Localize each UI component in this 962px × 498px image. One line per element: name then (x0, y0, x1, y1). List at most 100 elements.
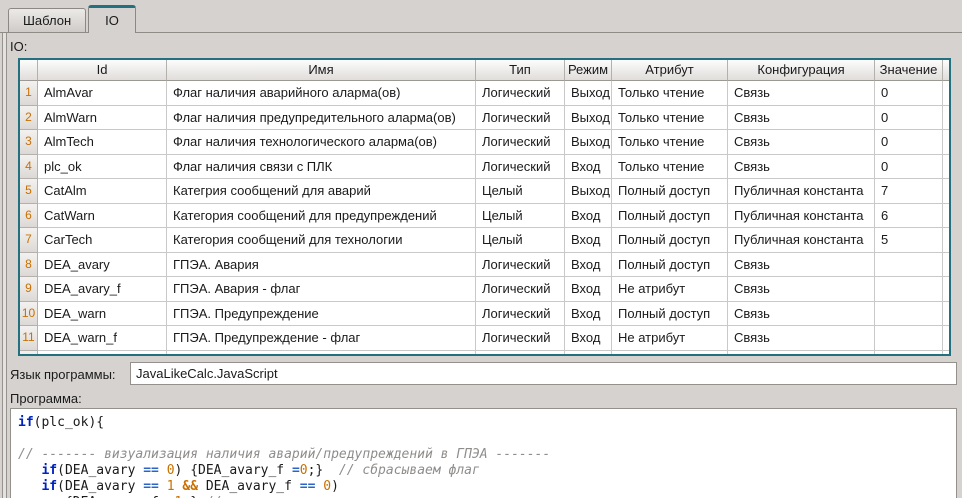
cell-attr[interactable]: Только чтение (612, 106, 728, 131)
cell-attr[interactable]: Не атрибут (612, 326, 728, 351)
cell-id[interactable]: AlmWarn (38, 106, 167, 131)
cell-config[interactable]: Связь (728, 253, 875, 278)
cell-id[interactable]: DEA_warn_f (38, 326, 167, 351)
cell-mode[interactable]: Вход (565, 326, 612, 351)
cell-value[interactable]: 0 (875, 155, 943, 180)
cell-config[interactable]: Связь (728, 106, 875, 131)
cell-value[interactable]: 6 (875, 204, 943, 229)
cell-type[interactable]: Логический (476, 155, 565, 180)
cell-value[interactable]: 0 (875, 106, 943, 131)
row-number[interactable]: 1 (20, 81, 38, 106)
cell-config[interactable]: Публичная константа (728, 228, 875, 253)
cell-type[interactable]: Целый (476, 204, 565, 229)
column-header-Атрибут[interactable]: Атрибут (612, 60, 728, 81)
cell-mode[interactable]: Выход (565, 179, 612, 204)
cell-type[interactable]: Логический (476, 81, 565, 106)
cell-config[interactable]: Публичная константа (728, 204, 875, 229)
row-number[interactable]: 6 (20, 204, 38, 229)
cell-config[interactable]: Публичная константа (728, 179, 875, 204)
row-number[interactable]: 5 (20, 179, 38, 204)
cell-id[interactable]: DEA_warn (38, 302, 167, 327)
cell-mode[interactable]: Выход (565, 106, 612, 131)
column-header-Значение[interactable]: Значение (875, 60, 943, 81)
column-header-Конфигурация[interactable]: Конфигурация (728, 60, 875, 81)
cell-config[interactable]: Связь (728, 130, 875, 155)
row-number[interactable]: 9 (20, 277, 38, 302)
cell-mode[interactable]: Вход (565, 302, 612, 327)
io-table[interactable]: IdИмяТипРежимАтрибутКонфигурацияЗначение… (18, 58, 951, 356)
cell-id[interactable]: CarTech (38, 228, 167, 253)
cell-attr[interactable]: Полный доступ (612, 302, 728, 327)
cell-mode[interactable]: Вход (565, 277, 612, 302)
cell-config[interactable]: Связь (728, 277, 875, 302)
column-header-Тип[interactable]: Тип (476, 60, 565, 81)
cell-config[interactable]: Связь (728, 155, 875, 180)
cell-type[interactable]: Логический (476, 253, 565, 278)
cell-value[interactable]: 7 (875, 179, 943, 204)
cell-mode[interactable]: Выход (565, 81, 612, 106)
cell-type[interactable]: Логический (476, 351, 565, 357)
cell-value[interactable]: 0 (875, 81, 943, 106)
cell-name[interactable]: Категрия сообщений для аварий (167, 179, 476, 204)
cell-value[interactable] (875, 351, 943, 357)
cell-id[interactable]: AlmAvar (38, 81, 167, 106)
cell-name[interactable]: Флаг наличия предупредительного аларма(о… (167, 106, 476, 131)
row-number[interactable]: 2 (20, 106, 38, 131)
cell-name[interactable]: Флаг наличия связи с ПЛК (167, 155, 476, 180)
cell-name[interactable]: Флаг наличия технологического аларма(ов) (167, 130, 476, 155)
cell-id[interactable]: plc_ok (38, 155, 167, 180)
cell-id[interactable]: DEA_avary_f (38, 277, 167, 302)
cell-type[interactable]: Целый (476, 228, 565, 253)
cell-config[interactable]: Связь (728, 351, 875, 357)
cell-attr[interactable]: Только чтение (612, 81, 728, 106)
cell-value[interactable] (875, 253, 943, 278)
cell-name[interactable]: ГПЭА. Предупреждение (167, 302, 476, 327)
cell-id[interactable]: CatWarn (38, 204, 167, 229)
row-number[interactable]: 12 (20, 351, 38, 357)
row-number[interactable]: 8 (20, 253, 38, 278)
cell-name[interactable]: ГПЭА. Авария - флаг (167, 277, 476, 302)
cell-id[interactable]: AlmTech (38, 130, 167, 155)
cell-value[interactable]: 5 (875, 228, 943, 253)
cell-value[interactable] (875, 277, 943, 302)
cell-name[interactable]: Категория сообщений для технологии (167, 228, 476, 253)
cell-name[interactable]: ГПЭА. Авария (167, 253, 476, 278)
cell-type[interactable]: Логический (476, 277, 565, 302)
row-number[interactable]: 10 (20, 302, 38, 327)
cell-mode[interactable]: Вход (565, 253, 612, 278)
language-input[interactable] (130, 362, 957, 385)
cell-attr[interactable]: Только чтение (612, 155, 728, 180)
cell-attr[interactable]: Полный доступ (612, 228, 728, 253)
cell-config[interactable]: Связь (728, 302, 875, 327)
cell-type[interactable]: Логический (476, 326, 565, 351)
cell-config[interactable]: Связь (728, 81, 875, 106)
row-number[interactable]: 11 (20, 326, 38, 351)
cell-attr[interactable]: Только чтение (612, 130, 728, 155)
cell-name[interactable]: ГПЭА. Предупреждение - флаг (167, 326, 476, 351)
row-number[interactable]: 7 (20, 228, 38, 253)
cell-name[interactable]: Категория сообщений для предупреждений (167, 204, 476, 229)
cell-type[interactable]: Логический (476, 130, 565, 155)
column-header-Id[interactable]: Id (38, 60, 167, 81)
column-header-Имя[interactable]: Имя (167, 60, 476, 81)
cell-attr[interactable]: Полный доступ (612, 204, 728, 229)
cell-name[interactable]: ГПЭА. (167, 351, 476, 357)
cell-mode[interactable]: Вход (565, 351, 612, 357)
cell-mode[interactable]: Вход (565, 204, 612, 229)
cell-value[interactable]: 0 (875, 130, 943, 155)
cell-type[interactable]: Логический (476, 302, 565, 327)
cell-value[interactable] (875, 302, 943, 327)
cell-mode[interactable]: Вход (565, 155, 612, 180)
row-number[interactable]: 3 (20, 130, 38, 155)
cell-config[interactable]: Связь (728, 326, 875, 351)
tab-shablon[interactable]: Шаблон (8, 8, 86, 32)
cell-mode[interactable]: Выход (565, 130, 612, 155)
row-number[interactable]: 4 (20, 155, 38, 180)
cell-type[interactable]: Целый (476, 179, 565, 204)
cell-id[interactable]: DEA_ (38, 351, 167, 357)
cell-attr[interactable]: Только чтение (612, 351, 728, 357)
cell-id[interactable]: DEA_avary (38, 253, 167, 278)
cell-name[interactable]: Флаг наличия аварийного аларма(ов) (167, 81, 476, 106)
program-editor[interactable]: if(plc_ok){ // ------- визуализация нали… (10, 408, 957, 498)
cell-type[interactable]: Логический (476, 106, 565, 131)
